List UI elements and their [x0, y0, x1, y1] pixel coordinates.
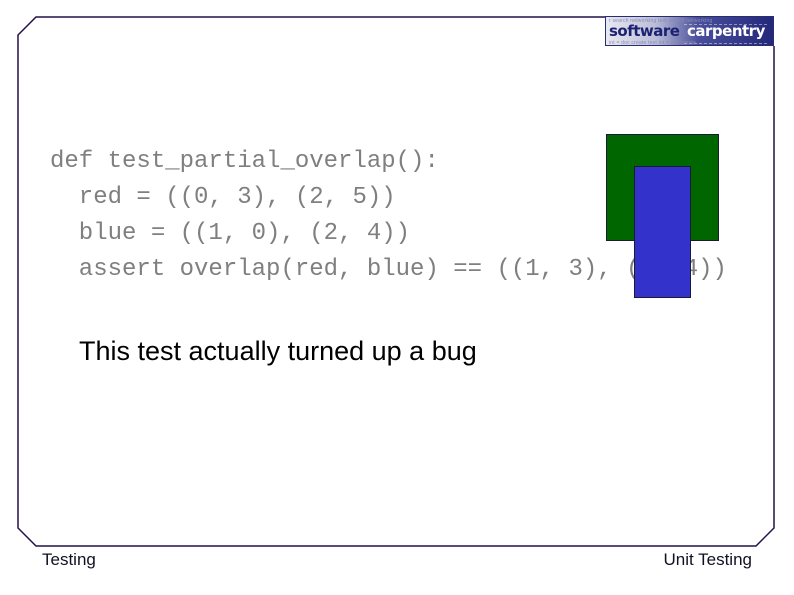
blue-rectangle	[634, 166, 691, 298]
logo-word-carpentry: carpentry	[687, 22, 765, 40]
code-line: assert overlap(red, blue) == ((1, 3), (2…	[50, 256, 727, 283]
logo-word-software: software	[609, 22, 680, 40]
logo-tagline-bottom: int = doc create test int = doc create	[609, 40, 697, 46]
bullet-text: This test actually turned up a bug	[79, 336, 477, 366]
software-carpentry-logo: r search networking text search networki…	[605, 16, 774, 46]
footer-left-label: Testing	[42, 550, 96, 569]
footer-right-label: Unit Testing	[663, 550, 752, 569]
